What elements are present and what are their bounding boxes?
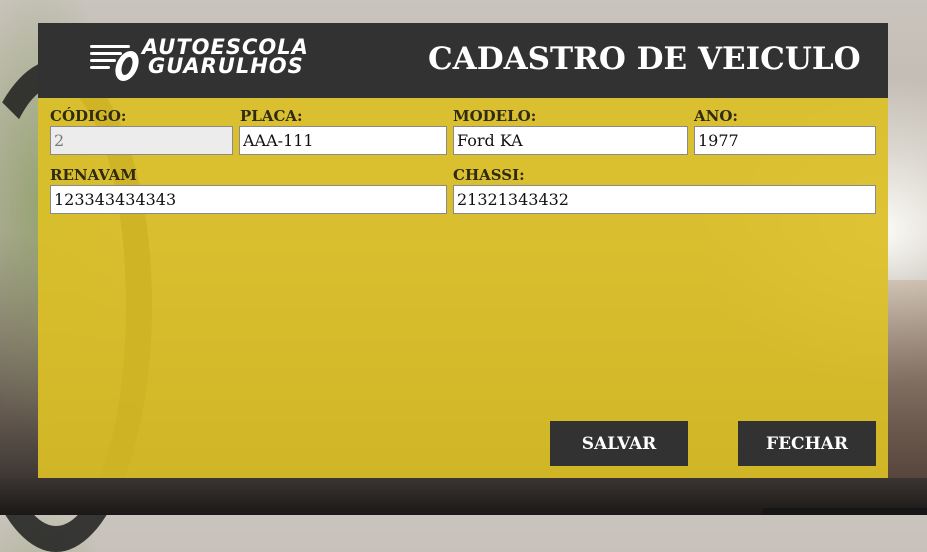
background-window (888, 280, 927, 480)
brand-logo: AUTOESCOLA GUARULHOS (90, 35, 360, 83)
page-title: CADASTRO DE VEICULO (428, 41, 861, 77)
placa-label: PLACA: (240, 107, 303, 125)
form-header: AUTOESCOLA GUARULHOS CADASTRO DE VEICULO (38, 23, 888, 98)
vehicle-form-panel: AUTOESCOLA GUARULHOS CADASTRO DE VEICULO… (38, 23, 888, 478)
ano-label: ANO: (694, 107, 738, 125)
modelo-label: MODELO: (453, 107, 537, 125)
placa-field[interactable] (239, 126, 447, 155)
codigo-label: CÓDIGO: (50, 107, 127, 125)
logo-text-line2: GUARULHOS (148, 54, 304, 78)
ano-field[interactable] (694, 126, 876, 155)
codigo-field[interactable] (50, 126, 233, 155)
taskbar-edge (763, 508, 927, 515)
modelo-field[interactable] (453, 126, 688, 155)
save-button[interactable]: SALVAR (550, 421, 688, 466)
renavam-label: RENAVAM (50, 166, 137, 184)
chassi-label: CHASSI: (453, 166, 525, 184)
close-button[interactable]: FECHAR (738, 421, 876, 466)
chassi-field[interactable] (453, 185, 876, 214)
renavam-field[interactable] (50, 185, 447, 214)
